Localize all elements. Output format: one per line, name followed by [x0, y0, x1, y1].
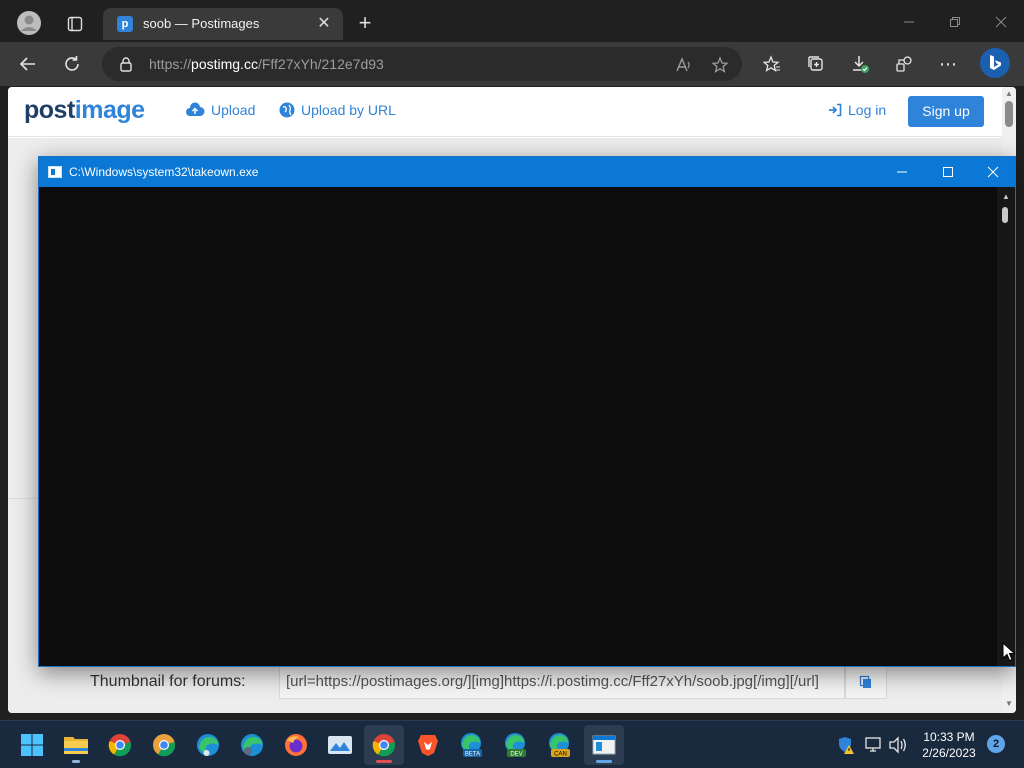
network-icon[interactable] — [864, 735, 884, 755]
console-scroll-up-icon[interactable]: ▲ — [1001, 193, 1011, 201]
bing-chat-icon[interactable] — [980, 48, 1010, 78]
login-link[interactable]: Log in — [828, 102, 886, 118]
tab-actions-icon[interactable] — [62, 11, 88, 37]
start-button-icon[interactable] — [12, 725, 52, 765]
console-taskbar-icon[interactable] — [584, 725, 624, 765]
extensions-icon[interactable] — [890, 50, 918, 78]
downloads-icon[interactable] — [846, 50, 874, 78]
lock-icon[interactable] — [118, 56, 134, 72]
firefox-icon[interactable] — [276, 725, 316, 765]
close-window-icon[interactable] — [978, 8, 1024, 36]
edge-profile-icon[interactable] — [232, 725, 272, 765]
thumbnail-forums-code-field[interactable]: [url=https://postimages.org/][img]https:… — [279, 665, 845, 699]
console-app-icon — [48, 166, 62, 178]
svg-text:CAN: CAN — [554, 752, 567, 758]
console-titlebar[interactable]: C:\Windows\system32\takeown.exe — [39, 157, 1015, 187]
volume-icon[interactable] — [888, 735, 908, 755]
tab-close-icon[interactable]: ✕ — [315, 15, 333, 33]
upload-label: Upload — [211, 102, 256, 118]
security-warning-icon[interactable] — [836, 735, 856, 755]
chrome-canary-icon[interactable] — [144, 725, 184, 765]
svg-text:BETA: BETA — [465, 752, 480, 758]
site-header: postimage Upload Upload by URL Log in Si… — [8, 87, 1008, 137]
console-minimize-icon[interactable] — [879, 157, 925, 187]
postimages-favicon-icon: p — [117, 16, 133, 32]
edge-canary-icon[interactable]: CAN — [540, 725, 580, 765]
upload-by-url-label: Upload by URL — [301, 102, 396, 118]
console-maximize-icon[interactable] — [925, 157, 971, 187]
copy-icon — [859, 675, 871, 688]
browser-titlebar: p soob — Postimages ✕ + — [0, 0, 1024, 46]
url-text[interactable]: https://postimg.cc/Fff27xYh/212e7d93 — [149, 56, 384, 72]
refresh-icon[interactable] — [58, 50, 86, 78]
notification-count-badge[interactable]: 2 — [987, 735, 1005, 753]
console-output-area[interactable] — [39, 187, 997, 666]
sign-up-button[interactable]: Sign up — [908, 96, 984, 127]
collections-icon[interactable] — [802, 50, 830, 78]
clock-date: 2/26/2023 — [922, 746, 976, 760]
sign-in-icon — [829, 103, 842, 117]
console-window[interactable]: C:\Windows\system32\takeown.exe ▲ — [38, 156, 1016, 667]
postimage-logo[interactable]: postimage — [24, 96, 145, 125]
scroll-up-arrow-icon[interactable]: ▲ — [1004, 89, 1014, 99]
favorites-icon[interactable] — [758, 50, 786, 78]
console-close-icon[interactable] — [970, 157, 1016, 187]
minimize-icon[interactable] — [886, 8, 932, 36]
cloud-upload-icon — [186, 102, 205, 116]
upload-link[interactable]: Upload — [185, 102, 255, 118]
edge-dev-icon[interactable]: DEV — [496, 725, 536, 765]
copy-button[interactable] — [845, 665, 887, 699]
address-bar[interactable]: https://postimg.cc/Fff27xYh/212e7d93 — [102, 47, 742, 81]
svg-text:DEV: DEV — [510, 752, 522, 758]
console-scrollbar[interactable]: ▲ — [997, 187, 1015, 666]
edge-icon[interactable] — [188, 725, 228, 765]
photos-icon[interactable] — [320, 725, 360, 765]
system-clock[interactable]: 10:33 PM 2/26/2023 — [914, 729, 984, 761]
console-title: C:\Windows\system32\takeown.exe — [69, 165, 259, 179]
new-tab-plus-icon[interactable]: + — [352, 10, 378, 36]
add-favorite-icon[interactable] — [710, 55, 730, 75]
page-scrollbar-thumb[interactable] — [1005, 101, 1013, 127]
login-label: Log in — [848, 102, 887, 118]
tab-title: soob — Postimages — [143, 16, 260, 31]
clock-time: 10:33 PM — [923, 730, 975, 744]
brave-icon[interactable] — [408, 725, 448, 765]
edge-beta-icon[interactable]: BETA — [452, 725, 492, 765]
restore-icon[interactable] — [932, 8, 978, 36]
scroll-down-arrow-icon[interactable]: ▼ — [1004, 699, 1014, 709]
more-options-icon[interactable]: ⋯ — [934, 50, 962, 78]
thumbnail-forums-label: Thumbnail for forums: — [90, 673, 246, 690]
browser-toolbar: https://postimg.cc/Fff27xYh/212e7d93 ⋯ — [0, 42, 1024, 86]
chrome-active-icon[interactable] — [364, 725, 404, 765]
profile-avatar-icon[interactable] — [16, 10, 42, 36]
globe-icon — [279, 102, 295, 118]
read-aloud-icon[interactable] — [674, 55, 694, 75]
back-arrow-icon[interactable] — [14, 50, 42, 78]
console-scrollbar-thumb[interactable] — [1002, 207, 1008, 223]
upload-by-url-link[interactable]: Upload by URL — [279, 102, 396, 118]
chrome-icon[interactable] — [100, 725, 140, 765]
browser-tab[interactable]: p soob — Postimages ✕ — [103, 8, 343, 40]
taskbar: BETA DEV CAN 10:33 PM 2/26/2023 2 — [0, 720, 1024, 768]
mouse-cursor-icon — [1002, 641, 1016, 662]
file-explorer-icon[interactable] — [56, 725, 96, 765]
